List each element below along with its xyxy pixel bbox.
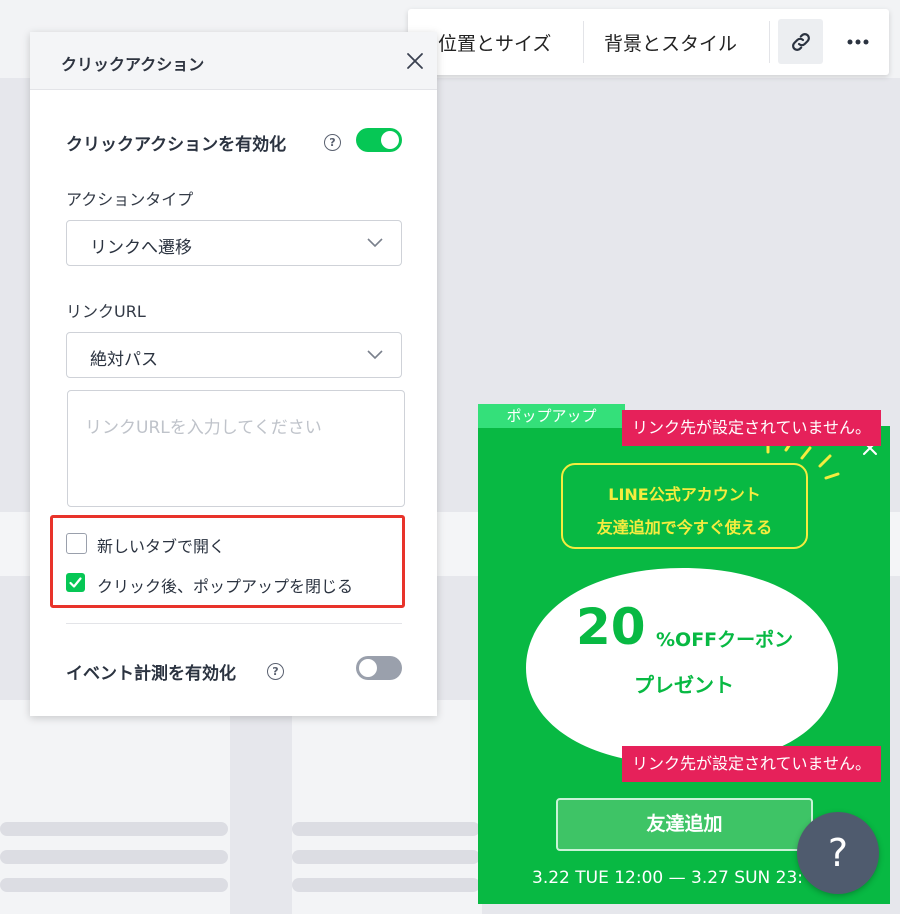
add-friend-button[interactable]: 友達追加 [556,798,813,851]
line-account-box: LINE公式アカウント 友達追加で今すぐ使える [561,463,808,549]
background-line [292,850,480,864]
background-line [0,850,228,864]
action-type-select[interactable]: リンクへ遷移 [66,220,402,266]
panel-header: クリックアクション [30,32,437,90]
enable-event-tracking-toggle[interactable] [356,656,402,680]
background-line [292,822,480,836]
popup-tag: ポップアップ [478,404,625,428]
toggle-knob [359,659,377,677]
toolbar-divider [769,21,770,63]
open-new-tab-checkbox[interactable] [66,533,87,554]
enable-click-action-toggle[interactable] [356,128,402,152]
link-button[interactable] [778,19,823,64]
path-type-value: 絶対パス [90,350,158,370]
help-fab-button[interactable]: ? [797,812,879,894]
background-line [0,822,228,836]
close-popup-label[interactable]: クリック後、ポップアップを閉じる [97,573,353,597]
click-action-panel: クリックアクション クリックアクションを有効化 ? アクションタイプ リンクへ遷… [30,32,437,716]
checkmark-icon [69,577,82,588]
line-account-subtext: 友達追加で今すぐ使える [596,518,773,537]
link-url-label: リンクURL [66,302,146,321]
chevron-down-icon [367,350,383,360]
discount-text: %OFFクーポン [656,629,794,651]
panel-divider [66,623,402,624]
enable-click-action-label: クリックアクションを有効化 [66,135,287,155]
action-type-label: アクションタイプ [66,190,194,209]
close-popup-checkbox[interactable] [66,573,85,592]
help-icon[interactable]: ? [267,663,284,680]
path-type-select[interactable]: 絶対パス [66,332,402,378]
link-url-input[interactable]: リンクURLを入力してください [67,390,405,507]
present-text: プレゼント [634,673,734,697]
campaign-dates: 3.22 TUE 12:00 — 3.27 SUN 23: [532,868,803,888]
chevron-down-icon [367,238,383,248]
more-button[interactable] [838,21,878,63]
enable-event-tracking-label: イベント計測を有効化 [66,664,236,684]
background-line [0,878,228,892]
toolbar-divider [583,21,584,63]
line-account-title: LINE公式アカウント [608,485,761,504]
action-type-value: リンクへ遷移 [90,238,192,258]
link-warning-badge: リンク先が設定されていません。 [622,746,882,782]
link-warning-badge: リンク先が設定されていません。 [622,410,882,446]
close-icon[interactable] [404,50,426,72]
more-horizontal-icon [847,39,869,45]
help-icon[interactable]: ? [324,134,341,151]
background-style-tab[interactable]: 背景とスタイル [604,29,737,56]
background-line [292,878,480,892]
link-url-placeholder: リンクURLを入力してください [85,418,322,438]
position-size-tab[interactable]: 位置とサイズ [438,29,551,56]
background-gutter [260,700,290,914]
open-new-tab-label[interactable]: 新しいタブで開く [97,533,225,557]
link-icon [791,32,810,51]
toggle-knob [381,131,399,149]
discount-number: 20 [576,598,646,656]
panel-title: クリックアクション [61,55,205,74]
element-toolbar: 位置とサイズ 背景とスタイル [408,9,889,75]
